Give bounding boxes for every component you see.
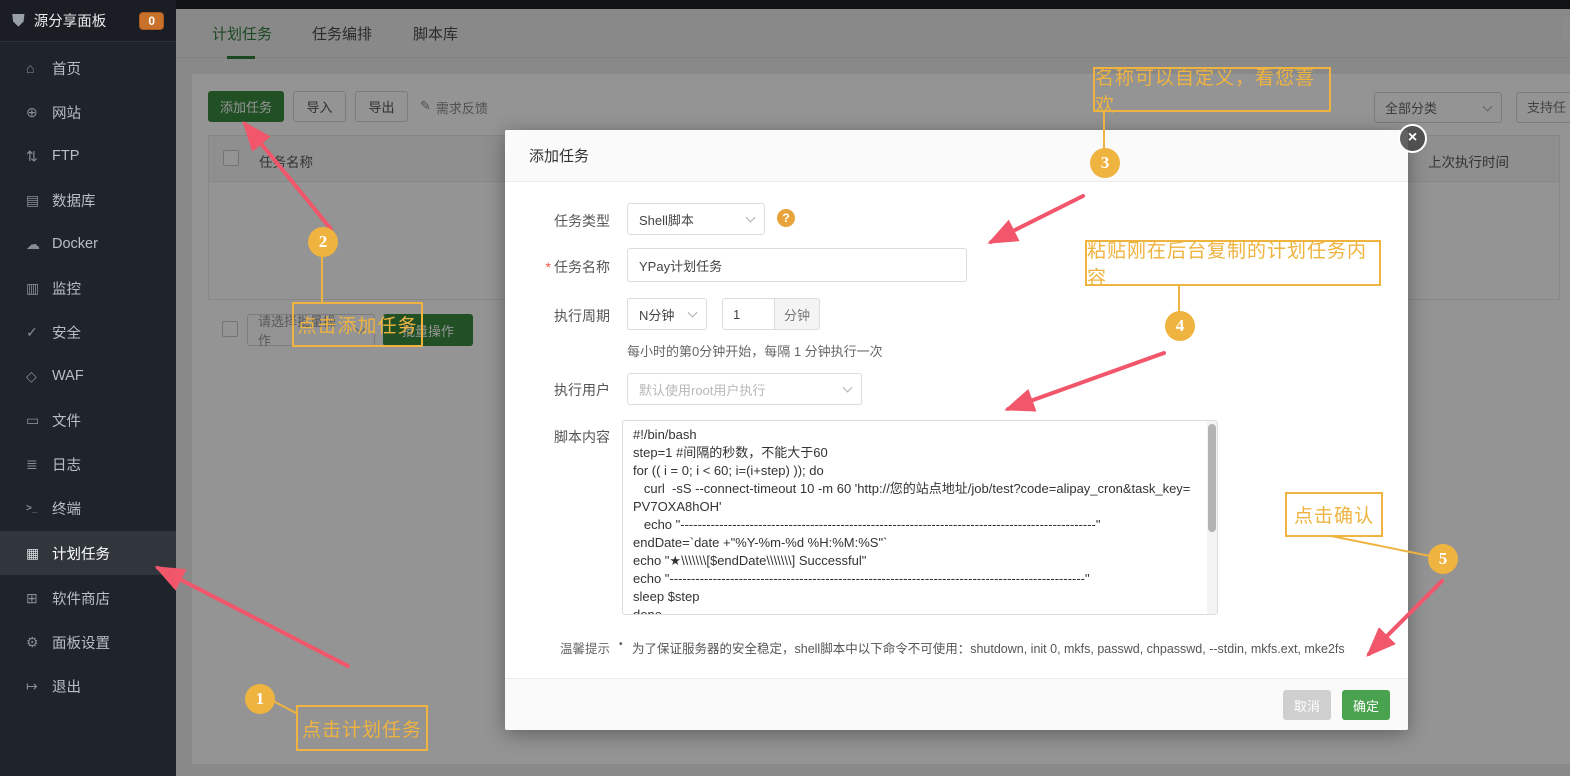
database-icon: ▤ <box>26 191 40 208</box>
sidebar-header: ⛊ 源分享面板 0 <box>0 0 176 42</box>
task-name-label-text: 任务名称 <box>554 259 610 275</box>
ftp-icon: ⇅ <box>26 147 38 164</box>
sidebar-item-label: 网站 <box>52 105 81 122</box>
notification-badge[interactable]: 0 <box>139 11 164 30</box>
sidebar-item-waf[interactable]: ◇ WAF <box>0 354 176 398</box>
sidebar-item-ftp[interactable]: ⇅ FTP <box>0 134 176 178</box>
sidebar-item-database[interactable]: ▤ 数据库 <box>0 178 176 222</box>
step-2-badge: 2 <box>308 227 338 257</box>
step-1-badge: 1 <box>245 684 275 714</box>
scrollbar-thumb[interactable] <box>1208 424 1216 532</box>
sidebar-item-logs[interactable]: ≣ 日志 <box>0 442 176 486</box>
home-icon: ⌂ <box>26 60 35 76</box>
task-type-value: Shell脚本 <box>639 212 694 228</box>
task-type-label: 任务类型 <box>554 213 610 229</box>
monitor-icon: ▥ <box>26 279 40 296</box>
tips-text: 为了保证服务器的安全稳定，shell脚本中以下命令不可使用：shutdown, … <box>632 642 1345 656</box>
sidebar-item-security[interactable]: ✓ 安全 <box>0 310 176 354</box>
step-1-callout: 点击计划任务 <box>296 705 428 751</box>
script-label: 脚本内容 <box>554 429 610 445</box>
step-3-callout: 名称可以自定义，看您喜欢 <box>1093 67 1331 116</box>
step-4-badge: 4 <box>1165 311 1195 341</box>
script-content-text: #!/bin/bash step=1 #间隔的秒数，不能大于60 for (( … <box>633 427 1191 615</box>
step-3-badge: 3 <box>1090 148 1120 178</box>
tips-bullet: • <box>619 639 623 650</box>
exec-user-label: 执行用户 <box>554 382 610 398</box>
screen: ⛊ 源分享面板 0 ⌂ 首页 ⊕ 网站 ⇅ FTP ▤ 数据库 ☁ Docker ▥ 监控 … <box>0 0 1570 776</box>
confirm-button[interactable]: 确定 <box>1342 690 1390 720</box>
sidebar-item-label: 首页 <box>52 61 81 78</box>
cycle-number-group: 分钟 <box>595 298 895 330</box>
add-task-modal: 添加任务 × 任务类型 Shell脚本 ? *任务名称 执行周期 N分钟 分钟 … <box>505 124 1427 730</box>
step-5-callout: 点击确认 <box>1285 492 1383 537</box>
terminal-icon: >_ <box>26 502 38 514</box>
sidebar-item-label: 退出 <box>52 679 81 696</box>
task-name-label: * 任务名称 <box>525 257 610 277</box>
task-name-input[interactable] <box>627 248 967 282</box>
cycle-help-text: 每小时的第0分钟开始，每隔 1 分钟执行一次 <box>627 344 883 359</box>
docker-icon: ☁ <box>26 235 40 252</box>
required-mark: * <box>545 259 551 275</box>
sidebar-item-label: 计划任务 <box>52 546 110 563</box>
sidebar-item-label: 面板设置 <box>52 635 110 652</box>
task-type-select[interactable]: Shell脚本 <box>627 203 765 235</box>
sidebar-item-label: 文件 <box>52 413 81 430</box>
script-content-textarea[interactable]: #!/bin/bash step=1 #间隔的秒数，不能大于60 for (( … <box>622 420 1218 615</box>
sidebar-item-label: 数据库 <box>52 193 96 210</box>
sidebar-item-label: Docker <box>52 236 98 252</box>
files-icon: ▭ <box>26 411 40 428</box>
sidebar-item-label: 日志 <box>52 457 81 474</box>
sidebar-item-cron[interactable]: ▦ 计划任务 <box>0 531 176 575</box>
cycle-unit-suffix: 分钟 <box>775 298 820 330</box>
step-4-callout: 粘贴刚在后台复制的计划任务内容 <box>1085 240 1381 289</box>
sidebar-item-label: FTP <box>52 148 80 164</box>
chevron-down-icon <box>745 212 756 223</box>
close-icon[interactable]: × <box>1398 124 1427 153</box>
exec-user-select[interactable]: 默认使用root用户执行 <box>627 373 862 405</box>
chevron-down-icon <box>842 382 853 393</box>
step-5-badge: 5 <box>1428 544 1458 574</box>
logout-icon: ↦ <box>26 677 38 694</box>
sidebar-item-label: 软件商店 <box>52 591 110 608</box>
cycle-number-input[interactable] <box>722 298 775 330</box>
sidebar-item-logout[interactable]: ↦ 退出 <box>0 664 176 708</box>
sidebar-item-label: 安全 <box>52 325 81 342</box>
sidebar-item-files[interactable]: ▭ 文件 <box>0 398 176 442</box>
website-icon: ⊕ <box>26 103 38 120</box>
modal-header: 添加任务 <box>505 130 1408 182</box>
cancel-button[interactable]: 取消 <box>1283 690 1331 720</box>
sidebar-item-label: 监控 <box>52 281 81 298</box>
sidebar-item-docker[interactable]: ☁ Docker <box>0 222 176 266</box>
sidebar-item-label: 终端 <box>52 501 81 518</box>
sidebar-item-label: WAF <box>52 368 84 384</box>
step-2-callout: 点击添加任务 <box>292 302 423 347</box>
settings-icon: ⚙ <box>26 633 39 650</box>
security-icon: ✓ <box>26 323 38 340</box>
modal-footer: 取消 确定 <box>505 678 1408 730</box>
sidebar-item-terminal[interactable]: >_ 终端 <box>0 486 176 530</box>
sidebar-item-appstore[interactable]: ⊞ 软件商店 <box>0 576 176 620</box>
panel-logo-icon: ⛊ <box>12 10 25 30</box>
help-icon[interactable]: ? <box>777 209 795 227</box>
tips-label: 温馨提示 <box>559 642 610 656</box>
sidebar-item-home[interactable]: ⌂ 首页 <box>0 46 176 90</box>
sidebar-item-settings[interactable]: ⚙ 面板设置 <box>0 620 176 664</box>
sidebar-item-monitor[interactable]: ▥ 监控 <box>0 266 176 310</box>
logs-icon: ≣ <box>26 455 38 472</box>
panel-title: 源分享面板 <box>33 14 107 30</box>
waf-icon: ◇ <box>26 367 37 384</box>
sidebar: ⛊ 源分享面板 0 ⌂ 首页 ⊕ 网站 ⇅ FTP ▤ 数据库 ☁ Docker ▥ 监控 … <box>0 0 176 776</box>
appstore-icon: ⊞ <box>26 589 38 606</box>
sidebar-item-website[interactable]: ⊕ 网站 <box>0 90 176 134</box>
exec-user-placeholder: 默认使用root用户执行 <box>639 382 766 398</box>
modal-title: 添加任务 <box>529 148 590 165</box>
cron-icon: ▦ <box>26 544 40 561</box>
